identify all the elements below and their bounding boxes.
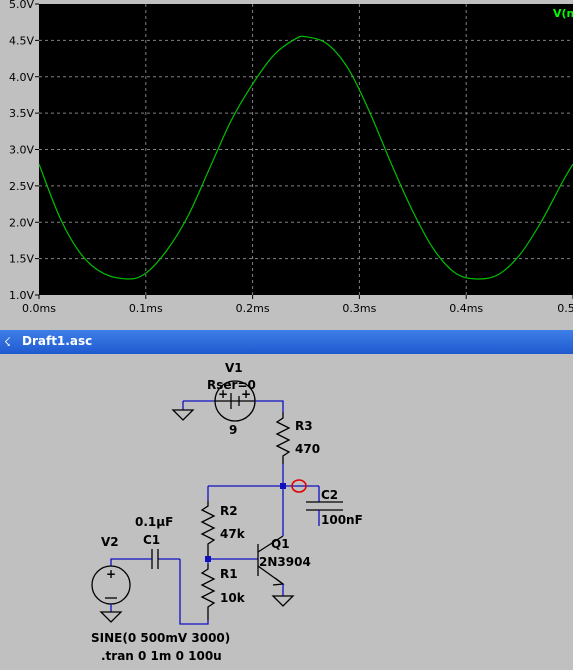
y-tick-label: 3.5V [9, 107, 34, 120]
c2-name: C2 [321, 488, 338, 502]
v2-name: V2 [101, 535, 119, 549]
v1-param: Rser=0 [207, 378, 256, 392]
y-axis-ticks: 5.0V 4.5V 4.0V 3.5V 3.0V 2.5V 2.0V 1.5V 1.0V [9, 0, 39, 302]
schematic-window-title: Draft1.asc [22, 334, 93, 348]
x-tick-label: 0.4ms [449, 302, 483, 315]
y-tick-label: 1.5V [9, 253, 34, 266]
r2-name: R2 [220, 504, 238, 518]
y-tick-label: 5.0V [9, 0, 34, 11]
c1-name: C1 [143, 533, 160, 547]
r1-value: 10k [220, 591, 246, 605]
schematic-canvas[interactable]: + + V1 Rser=0 9 R3 470 C2 100nF R2 47k Q… [3, 356, 573, 670]
x-tick-label: 0.0ms [22, 302, 56, 315]
y-tick-label: 2.5V [9, 180, 34, 193]
r3-value: 470 [295, 442, 320, 456]
y-tick-label: 4.5V [9, 34, 34, 47]
ground-symbol-v2 [99, 611, 123, 623]
c1-value: 0.1µF [135, 515, 173, 529]
schematic-drawing[interactable]: + + V1 Rser=0 9 R3 470 C2 100nF R2 47k Q… [3, 356, 573, 670]
c1-capacitor[interactable] [151, 549, 159, 569]
r3-resistor[interactable] [275, 412, 291, 464]
y-tick-label: 3.0V [9, 144, 34, 157]
x-tick-label: 0.1ms [129, 302, 163, 315]
trace-label[interactable]: V(n [553, 7, 573, 20]
r2-resistor[interactable] [200, 501, 216, 559]
v1-value: 9 [229, 423, 237, 437]
x-axis-ticks: 0.0ms 0.1ms 0.2ms 0.3ms 0.4ms 0.5 [22, 295, 573, 315]
waveform-pane[interactable]: 5.0V 4.5V 4.0V 3.5V 3.0V 2.5V 2.0V 1.5V 1.0V 0.0… [0, 0, 573, 322]
schematic-titlebar[interactable]: ☇ Draft1.asc [0, 330, 573, 354]
v2-value: SINE(0 500mV 3000) [91, 631, 230, 645]
schematic-app-icon[interactable]: ☇ [4, 335, 11, 349]
c2-value: 100nF [321, 513, 363, 527]
r1-name: R1 [220, 567, 238, 581]
ground-symbol-q1 [271, 595, 295, 607]
q1-name: Q1 [271, 537, 290, 551]
v1-name: V1 [225, 361, 243, 375]
x-tick-label: 0.2ms [236, 302, 270, 315]
junction-base [205, 556, 211, 562]
svg-text:+: + [106, 567, 116, 581]
y-tick-label: 1.0V [9, 289, 34, 302]
r2-value: 47k [220, 527, 246, 541]
x-tick-label: 0.3ms [342, 302, 376, 315]
v2-source[interactable]: + [91, 565, 131, 612]
r3-name: R3 [295, 419, 313, 433]
r1-resistor[interactable] [200, 564, 216, 620]
ground-symbol-v1 [171, 400, 215, 421]
waveform-plot[interactable]: 5.0V 4.5V 4.0V 3.5V 3.0V 2.5V 2.0V 1.5V 1.0V 0.0… [0, 0, 573, 322]
y-tick-label: 2.0V [9, 216, 34, 229]
y-tick-label: 4.0V [9, 71, 34, 84]
q1-value: 2N3904 [259, 555, 311, 569]
x-tick-label: 0.5 [557, 302, 573, 315]
spice-directive[interactable]: .tran 0 1m 0 100u [101, 649, 222, 663]
